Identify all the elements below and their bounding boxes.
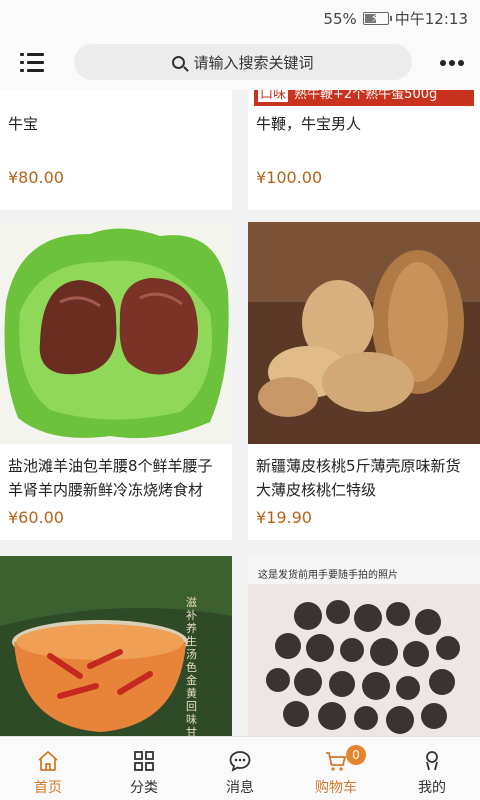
product-image[interactable]: 这是发货前用手要随手拍的照片 <box>248 556 480 736</box>
product-card[interactable]: 牛宝 ¥80.00 <box>0 90 232 210</box>
clock: 中午12:13 <box>394 10 468 28</box>
tab-profile[interactable]: 我的 <box>384 737 480 800</box>
product-card[interactable]: 盐池滩羊油包羊腰8个鲜羊腰子羊肾羊内腰新鲜冷冻烧烤食材 ¥60.00 <box>0 222 232 540</box>
product-price: ¥80.00 <box>8 168 64 187</box>
product-price: ¥100.00 <box>256 168 323 187</box>
product-title: 盐池滩羊油包羊腰8个鲜羊腰子羊肾羊内腰新鲜冷冻烧烤食材 <box>8 457 213 499</box>
user-icon <box>426 751 438 771</box>
product-image[interactable]: 滋补养生 汤色金黄 回味甘甜 <box>0 556 232 736</box>
tab-label: 我的 <box>418 780 446 796</box>
search-icon <box>172 55 186 69</box>
product-title: 牛宝 <box>8 115 39 133</box>
tab-label: 购物车 <box>315 780 357 796</box>
bottom-tab-bar: 首页 分类 消息 0 购物车 我的 <box>0 736 480 800</box>
banner-tag: 口味 <box>258 90 289 102</box>
product-image[interactable] <box>248 222 480 444</box>
battery-percent: 55% <box>323 9 357 28</box>
product-banner: 口味 熟牛鞭+2个熟牛蛋500g <box>254 90 474 106</box>
more-options-icon[interactable] <box>440 60 464 66</box>
search-placeholder: 请输入搜索关键词 <box>193 53 314 72</box>
image-overlay-text: 滋补养生 汤色金黄 回味甘甜 <box>186 596 197 736</box>
image-caption: 这是发货前用手要随手拍的照片 <box>258 570 398 581</box>
tab-label: 分类 <box>130 780 158 796</box>
battery-icon: ⚡ <box>362 11 392 25</box>
search-input[interactable]: 请输入搜索关键词 <box>74 44 412 80</box>
grid-icon <box>134 751 154 771</box>
product-title: 牛鞭，牛宝男人 <box>256 115 362 133</box>
product-title: 新疆薄皮核桃5斤薄壳原味新货大薄皮核桃仁特级 <box>256 457 461 499</box>
tab-messages[interactable]: 消息 <box>192 737 288 800</box>
product-card[interactable]: 口味 熟牛鞭+2个熟牛蛋500g 牛鞭，牛宝男人 ¥100.00 <box>248 90 480 210</box>
tab-label: 消息 <box>226 780 254 796</box>
cart-count-badge: 0 <box>346 745 366 765</box>
product-image[interactable] <box>0 222 232 444</box>
product-card[interactable]: 滋补养生 汤色金黄 回味甘甜 <box>0 556 232 736</box>
product-grid: 牛宝 ¥80.00 口味 熟牛鞭+2个熟牛蛋500g 牛鞭，牛宝男人 ¥100.0… <box>0 90 480 736</box>
app-header: 请输入搜索关键词 <box>0 34 480 90</box>
product-price: ¥60.00 <box>8 508 64 527</box>
status-bar: 55% ⚡ 中午12:13 <box>0 0 480 34</box>
product-card[interactable]: 新疆薄皮核桃5斤薄壳原味新货大薄皮核桃仁特级 ¥19.90 <box>248 222 480 540</box>
menu-list-icon[interactable] <box>20 52 44 74</box>
tab-label: 首页 <box>34 780 62 796</box>
product-price: ¥19.90 <box>256 508 312 527</box>
tab-cart[interactable]: 0 购物车 <box>288 737 384 800</box>
cart-icon <box>326 752 346 771</box>
tab-category[interactable]: 分类 <box>96 737 192 800</box>
product-card[interactable]: 这是发货前用手要随手拍的照片 <box>248 556 480 736</box>
tab-home[interactable]: 首页 <box>0 737 96 800</box>
banner-text: 熟牛鞭+2个熟牛蛋500g <box>294 90 438 102</box>
chat-icon <box>229 751 251 772</box>
home-icon <box>38 751 58 771</box>
